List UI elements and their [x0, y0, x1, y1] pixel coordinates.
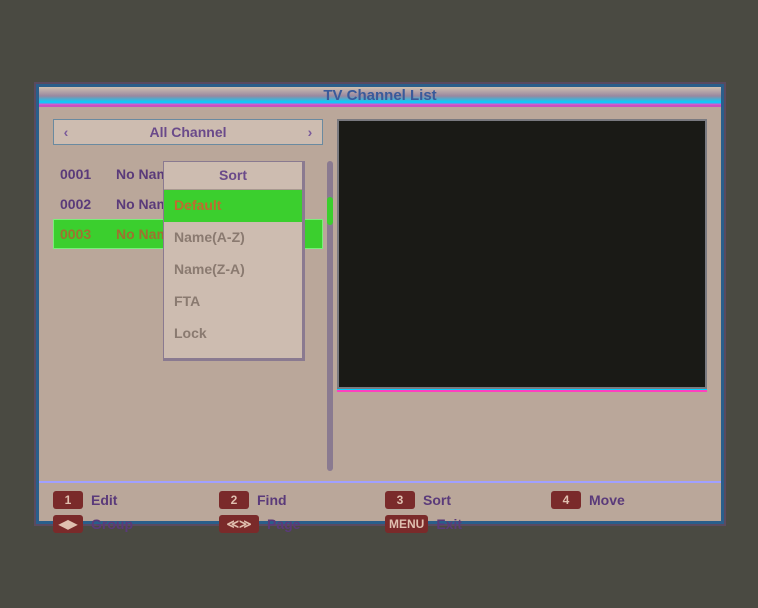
channel-number: 0002 — [60, 190, 108, 218]
hint-bar: 1 Edit 2 Find 3 Sort 4 Move ◀▶ Group ≪≫ … — [39, 481, 721, 539]
hint-group: ◀▶ Group — [53, 515, 199, 533]
group-selector-label: All Channel — [78, 124, 298, 140]
hint-label: Page — [267, 516, 300, 532]
sort-option-name-az[interactable]: Name(A-Z) — [164, 222, 302, 254]
hint-page: ≪≫ Page — [219, 515, 365, 533]
page-title: TV Channel List — [323, 87, 436, 104]
hint-label: Edit — [91, 492, 117, 508]
key-4-icon: 4 — [551, 491, 581, 509]
hint-label: Group — [91, 516, 133, 532]
osd-window: TV Channel List ‹ All Channel › 0001 No … — [36, 84, 724, 524]
hint-move: 4 Move — [551, 491, 697, 509]
key-3-icon: 3 — [385, 491, 415, 509]
sort-option-name-za[interactable]: Name(Z-A) — [164, 254, 302, 286]
hint-exit: MENU Exit — [385, 515, 531, 533]
group-prev-arrow-icon[interactable]: ‹ — [54, 124, 78, 140]
hint-sort: 3 Sort — [385, 491, 531, 509]
sort-popup: Sort Default Name(A-Z) Name(Z-A) FTA Loc… — [163, 161, 305, 361]
group-next-arrow-icon[interactable]: › — [298, 124, 322, 140]
hint-label: Sort — [423, 492, 451, 508]
sort-popup-title: Sort — [164, 162, 302, 190]
channel-number: 0001 — [60, 160, 108, 188]
sort-option-fta[interactable]: FTA — [164, 286, 302, 318]
key-1-icon: 1 — [53, 491, 83, 509]
hint-label: Move — [589, 492, 625, 508]
key-page-icon: ≪≫ — [219, 515, 259, 533]
hint-edit: 1 Edit — [53, 491, 199, 509]
title-bar: TV Channel List — [39, 87, 721, 107]
key-leftright-icon: ◀▶ — [53, 515, 83, 533]
group-selector[interactable]: ‹ All Channel › — [53, 119, 323, 145]
left-column: ‹ All Channel › 0001 No Name 0002 No Nam… — [53, 119, 323, 471]
hint-label: Exit — [436, 516, 462, 532]
key-2-icon: 2 — [219, 491, 249, 509]
content-area: ‹ All Channel › 0001 No Name 0002 No Nam… — [39, 107, 721, 481]
channel-number: 0003 — [60, 220, 108, 248]
sort-option-default[interactable]: Default — [164, 190, 302, 222]
video-preview — [337, 119, 707, 389]
scrollbar-thumb[interactable] — [327, 197, 333, 225]
hint-find: 2 Find — [219, 491, 365, 509]
channel-scrollbar[interactable] — [327, 161, 333, 471]
key-menu-icon: MENU — [385, 515, 428, 533]
hint-label: Find — [257, 492, 287, 508]
sort-option-lock[interactable]: Lock — [164, 318, 302, 350]
